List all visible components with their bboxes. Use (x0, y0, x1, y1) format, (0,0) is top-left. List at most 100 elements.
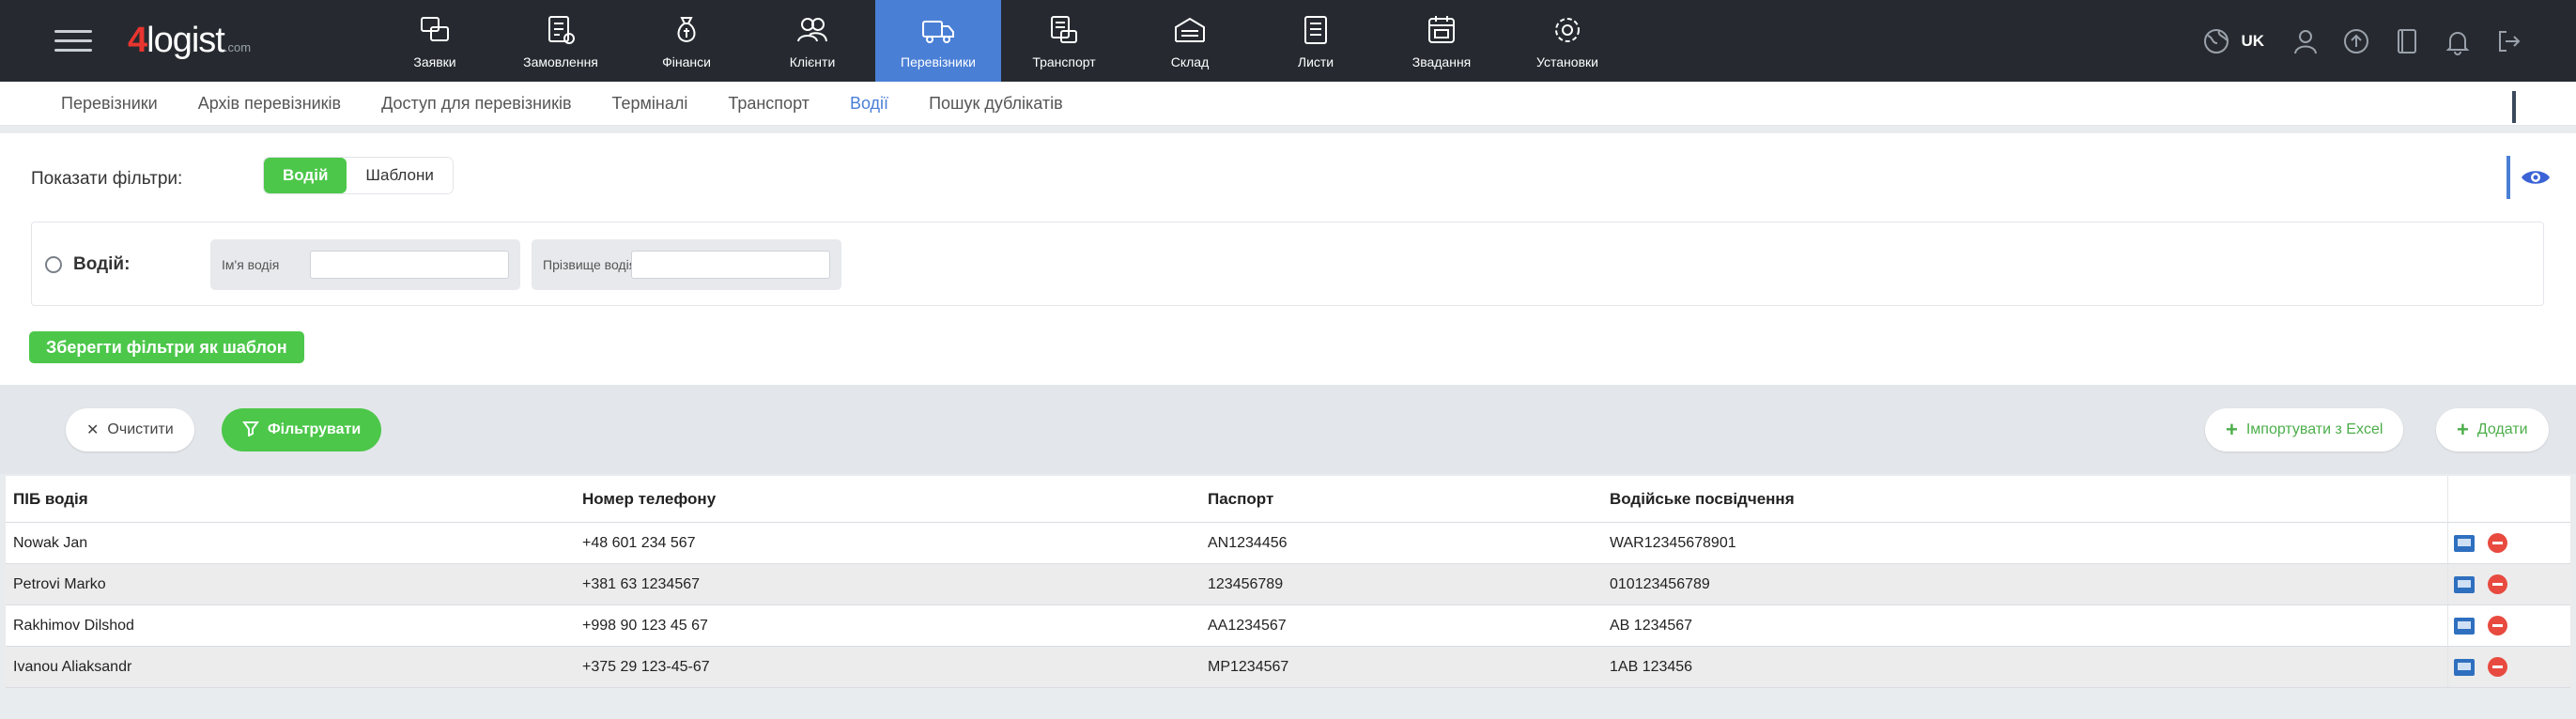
cell-passport: MP1234567 (1208, 658, 1289, 675)
panel-divider (2512, 91, 2516, 123)
user-icon[interactable] (2291, 26, 2321, 56)
filter-mode-templates[interactable]: Шаблони (347, 158, 453, 193)
tab-carrier-access[interactable]: Доступ для перевізників (381, 94, 571, 114)
nav-label: Звадання (1411, 54, 1472, 69)
language-selector[interactable]: UK (2241, 32, 2264, 51)
add-label: Додати (2476, 421, 2528, 437)
table-row[interactable]: Ivanou Aliaksandr +375 29 123-45-67 MP12… (6, 647, 2570, 688)
driver-filter-radio[interactable] (45, 256, 62, 273)
filter-label: Фільтрувати (268, 421, 362, 437)
nav-item-transport[interactable]: Транспорт (1001, 0, 1127, 82)
cell-name: Nowak Jan (13, 534, 88, 551)
logout-icon[interactable] (2493, 26, 2523, 56)
row-actions (2447, 605, 2570, 646)
table-row[interactable]: Petrovi Marko +381 63 1234567 123456789 … (6, 564, 2570, 605)
cell-passport: 123456789 (1208, 575, 1284, 592)
transport-icon (1046, 12, 1082, 48)
cell-passport: AN1234456 (1208, 534, 1288, 551)
app-logo[interactable]: 4logist.com (128, 21, 372, 61)
clear-button[interactable]: ✕ Очистити (66, 408, 194, 451)
cell-name: Petrovi Marko (13, 575, 106, 592)
nav-item-tasks[interactable]: Звадання (1379, 0, 1504, 82)
first-name-label: Ім'я водія (222, 257, 280, 272)
driver-filter-label: Водій: (73, 254, 131, 274)
filter-button[interactable]: Фільтрувати (222, 408, 382, 451)
book-icon[interactable] (2392, 26, 2422, 56)
tab-terminals[interactable]: Терміналі (612, 94, 688, 114)
cell-phone: +48 601 234 567 (582, 534, 696, 551)
edit-icon[interactable] (2454, 575, 2475, 593)
clear-label: Очистити (107, 421, 174, 437)
nav-item-letters[interactable]: Листи (1253, 0, 1379, 82)
tab-drivers[interactable]: Водії (850, 94, 888, 114)
orders-icon (543, 12, 578, 48)
finance-icon (669, 12, 704, 48)
row-actions (2447, 564, 2570, 604)
nav-label: Установки (1536, 54, 1598, 69)
import-excel-button[interactable]: + Імпортувати з Excel (2205, 408, 2404, 451)
table-header: ПІБ водія Номер телефону Паспорт Водійсь… (6, 476, 2570, 523)
edit-icon[interactable] (2454, 658, 2475, 676)
tab-carriers[interactable]: Перевізники (61, 94, 158, 114)
column-header-phone[interactable]: Номер телефону (575, 490, 1200, 509)
nav-item-orders[interactable]: Замовлення (498, 0, 624, 82)
last-name-filter: Прізвище водія (532, 239, 841, 290)
table-row[interactable]: Rakhimov Dilshod +998 90 123 45 67 AA123… (6, 605, 2570, 647)
upload-icon[interactable] (2341, 26, 2371, 56)
column-header-license[interactable]: Водійське посвідчення (1602, 490, 2447, 509)
row-actions (2447, 523, 2570, 563)
delete-icon[interactable] (2488, 616, 2507, 635)
settings-icon (1550, 12, 1585, 48)
table-toolbar: ✕ Очистити Фільтрувати + Імпортувати з E… (0, 385, 2576, 474)
column-header-actions (2447, 476, 2570, 522)
nav-label: Фінанси (662, 54, 711, 69)
menu-icon[interactable] (54, 30, 92, 52)
delete-icon[interactable] (2488, 574, 2507, 594)
tasks-icon (1424, 12, 1459, 48)
globe-icon[interactable] (2201, 26, 2231, 56)
filter-panel: Показати фільтри: Водій Шаблони Водій: І… (0, 133, 2576, 385)
delete-icon[interactable] (2488, 533, 2507, 553)
first-name-input[interactable] (310, 251, 509, 279)
nav-label: Листи (1297, 54, 1334, 69)
nav-item-carriers[interactable]: Перевізники (875, 0, 1001, 82)
filter-mode-driver[interactable]: Водій (264, 158, 347, 193)
subnav-tabs: Перевізники Архів перевізників Доступ дл… (0, 82, 2576, 126)
warehouse-icon (1172, 12, 1208, 48)
last-name-label: Прізвище водія (543, 257, 637, 272)
truck-icon (920, 12, 956, 48)
main-nav: Заявки Замовлення Фінанси Клієнти Переві… (372, 0, 1630, 82)
nav-item-finance[interactable]: Фінанси (624, 0, 749, 82)
eye-icon[interactable] (2507, 156, 2561, 199)
requests-icon (417, 12, 453, 48)
letters-icon (1298, 12, 1334, 48)
nav-label: Заявки (413, 54, 456, 69)
add-button[interactable]: + Додати (2436, 408, 2549, 451)
clients-icon (794, 12, 830, 48)
tab-duplicate-search[interactable]: Пошук дублікатів (929, 94, 1063, 114)
driver-filter-box: Водій: Ім'я водія Прізвище водія (31, 222, 2544, 306)
cell-passport: AA1234567 (1208, 617, 1287, 634)
bell-icon[interactable] (2443, 26, 2473, 56)
tab-transport[interactable]: Транспорт (728, 94, 810, 114)
row-actions (2447, 647, 2570, 687)
edit-icon[interactable] (2454, 617, 2475, 635)
nav-label: Склад (1170, 54, 1210, 69)
edit-icon[interactable] (2454, 534, 2475, 552)
column-header-passport[interactable]: Паспорт (1200, 490, 1602, 509)
cell-license: AB 1234567 (1610, 617, 1693, 634)
table-row[interactable]: Nowak Jan +48 601 234 567 AN1234456 WAR1… (6, 523, 2570, 564)
tab-carriers-archive[interactable]: Архів перевізників (198, 94, 341, 114)
cell-license: 1AB 123456 (1610, 658, 1693, 675)
nav-item-settings[interactable]: Установки (1504, 0, 1630, 82)
nav-item-clients[interactable]: Клієнти (749, 0, 875, 82)
nav-item-requests[interactable]: Заявки (372, 0, 498, 82)
cell-name: Ivanou Aliaksandr (13, 658, 132, 675)
page-footer-strip (0, 701, 2576, 719)
nav-item-warehouse[interactable]: Склад (1127, 0, 1253, 82)
delete-icon[interactable] (2488, 657, 2507, 677)
save-filters-template-button[interactable]: Зберегти фільтри як шаблон (29, 331, 304, 363)
column-header-name[interactable]: ПІБ водія (6, 490, 575, 509)
nav-label: Перевізники (901, 54, 976, 69)
last-name-input[interactable] (631, 251, 830, 279)
